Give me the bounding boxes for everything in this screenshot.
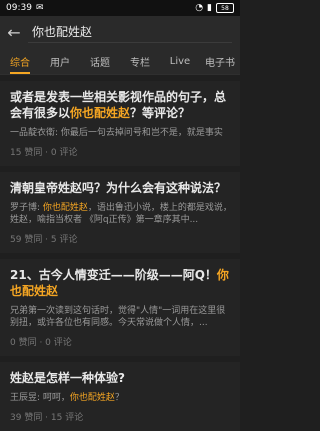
notification-icon: ✉ bbox=[35, 3, 44, 13]
tab-用户[interactable]: 用户 bbox=[40, 48, 80, 74]
result-snippet: 一品靛衣衛: 你最后一句去掉问号和岂不是，就是事实 bbox=[10, 128, 223, 138]
result-meta: 15 赞同 · 0 评论 bbox=[10, 148, 78, 158]
result-title: 清朝皇帝姓赵吗？为什么会有这种说法？ bbox=[10, 181, 227, 195]
status-bar: 09:39 ✉ ◔ ▮ 58 bbox=[0, 0, 240, 16]
result-card[interactable]: 姓赵是怎样一种体验? 王辰昱: 呵呵，你也配姓赵？ 39 赞同 · 15 评论 bbox=[0, 362, 240, 431]
result-title: 21、古今人情变迁——阶级——阿Q！你也配姓赵 bbox=[10, 268, 229, 298]
tab-live[interactable]: Live bbox=[160, 48, 200, 74]
result-snippet: 王辰昱: 呵呵，你也配姓赵？ bbox=[10, 393, 124, 403]
tab-专栏[interactable]: 专栏 bbox=[120, 48, 160, 74]
search-input[interactable]: 你也配姓赵 bbox=[28, 22, 232, 43]
search-bar: ← 你也配姓赵 bbox=[0, 16, 240, 48]
result-title: 或者是发表一些相关影视作品的句子，总会有很多以你也配姓赵？等评论？ bbox=[10, 90, 227, 120]
result-meta: 59 赞同 · 5 评论 bbox=[10, 235, 78, 245]
result-card[interactable]: 21、古今人情变迁——阶级——阿Q！你也配姓赵 兄弟第一次读到这句话时，觉得"人… bbox=[0, 259, 240, 356]
result-card[interactable]: 或者是发表一些相关影视作品的句子，总会有很多以你也配姓赵？等评论？ 一品靛衣衛:… bbox=[0, 81, 240, 166]
tab-电子书[interactable]: 电子书 bbox=[200, 48, 240, 74]
signal-icon: ▮ bbox=[207, 3, 212, 13]
tab-bar: 综合 用户 话题 专栏 Live 电子书 bbox=[0, 48, 240, 75]
result-title: 姓赵是怎样一种体验? bbox=[10, 371, 125, 385]
tab-综合[interactable]: 综合 bbox=[0, 48, 40, 74]
result-card[interactable]: 清朝皇帝姓赵吗？为什么会有这种说法？ 罗子博: 你也配姓赵，语出鲁迅小说，楼上的… bbox=[0, 172, 240, 253]
result-snippet: 兄弟第一次读到这句话时，觉得"人情"一词用在这里很别扭，或许各位也有同感。今天常… bbox=[10, 306, 226, 328]
status-time: 09:39 bbox=[6, 3, 32, 13]
battery-icon: 58 bbox=[216, 3, 234, 13]
back-arrow-icon[interactable]: ← bbox=[0, 16, 28, 48]
result-meta: 0 赞同 · 0 评论 bbox=[10, 338, 72, 348]
results-list: 或者是发表一些相关影视作品的句子，总会有很多以你也配姓赵？等评论？ 一品靛衣衛:… bbox=[0, 81, 240, 431]
tab-话题[interactable]: 话题 bbox=[80, 48, 120, 74]
result-snippet: 罗子博: 你也配姓赵，语出鲁迅小说，楼上的都是戏说，姓赵，喻指当权者 《阿q正传… bbox=[10, 203, 232, 225]
result-meta: 39 赞同 · 15 评论 bbox=[10, 413, 84, 423]
wifi-icon: ◔ bbox=[195, 3, 204, 13]
battery-level: 58 bbox=[221, 4, 229, 12]
